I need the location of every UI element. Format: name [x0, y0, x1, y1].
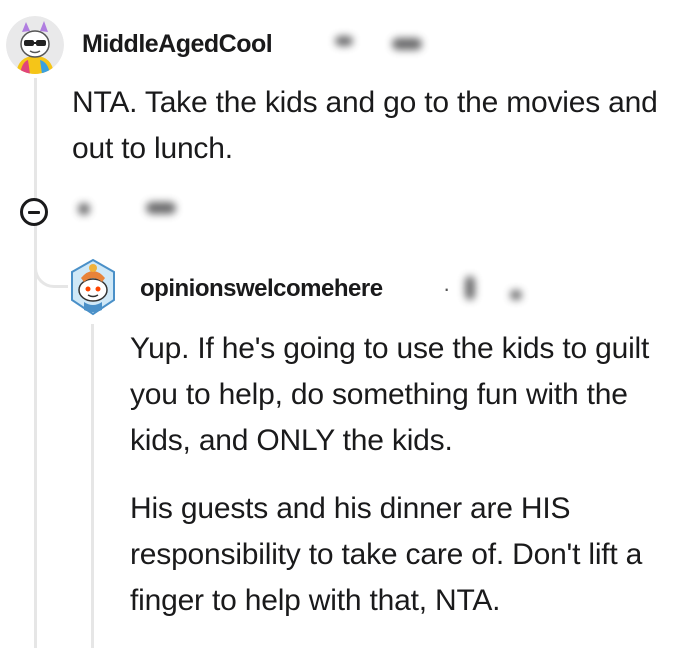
- redacted-metadata: [392, 38, 422, 50]
- thread-line-branch: [34, 252, 68, 288]
- reply-avatar[interactable]: [66, 256, 120, 318]
- redacted-metadata: [510, 290, 522, 300]
- collapse-minus-icon: [28, 210, 40, 214]
- avatar-icon: [6, 16, 64, 74]
- reply-body-paragraph: His guests and his dinner are HIS respon…: [130, 492, 643, 617]
- redacted-metadata: [335, 36, 353, 46]
- thread-line: [34, 78, 37, 648]
- collapse-thread-button[interactable]: [20, 198, 48, 226]
- avatar-icon: [71, 258, 115, 316]
- reply-thread-line: [91, 324, 94, 648]
- reply-username[interactable]: opinionswelcomehere: [140, 275, 383, 303]
- redacted-metadata: [465, 276, 475, 300]
- comment-username[interactable]: MiddleAgedCool: [82, 30, 273, 59]
- redacted-metadata: [146, 202, 176, 214]
- reply-body-paragraph: Yup. If he's going to use the kids to gu…: [130, 332, 650, 457]
- comment-body: NTA. Take the kids and go to the movies …: [72, 86, 658, 165]
- meta-separator: ·: [443, 276, 451, 301]
- redacted-metadata: [78, 203, 90, 215]
- avatar[interactable]: [6, 16, 64, 74]
